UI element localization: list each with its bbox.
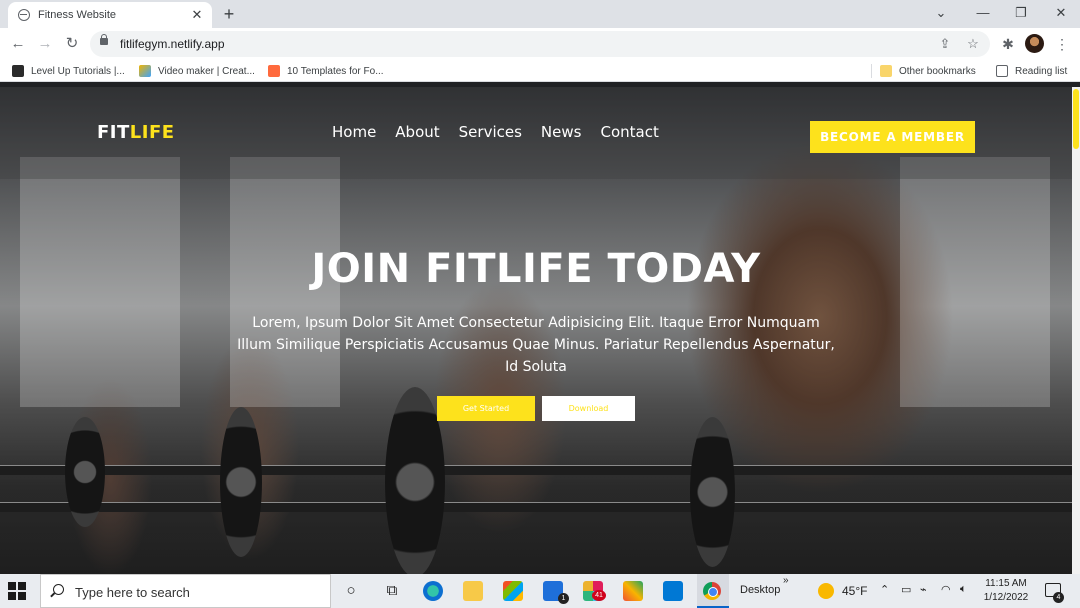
other-bookmarks-label: Other bookmarks (899, 65, 976, 77)
clock-time: 11:15 AM (985, 578, 1027, 589)
reload-button[interactable]: ↻ (60, 32, 84, 56)
reading-list-icon (996, 65, 1008, 77)
windows-start-icon[interactable] (8, 582, 26, 600)
video-maker-icon (139, 65, 151, 77)
slack-badge: 41 (592, 590, 606, 601)
weather-sun-icon[interactable] (818, 583, 834, 599)
nav-contact[interactable]: Contact (600, 123, 658, 141)
notification-count: 4 (1053, 592, 1064, 603)
reading-list[interactable]: Reading list (996, 64, 1067, 78)
volume-icon[interactable]: 🔈︎ (960, 583, 967, 596)
power-icon[interactable]: ⌁ (920, 583, 927, 596)
bookmark-label: Video maker | Creat... (158, 65, 255, 77)
edge-icon[interactable] (423, 581, 443, 601)
forward-button[interactable]: → (33, 32, 57, 56)
nav-news[interactable]: News (541, 123, 582, 141)
hero-title: JOIN FITLIFE TODAY (311, 246, 761, 292)
hero-description: Lorem, Ipsum Dolor Sit Amet Consectetur … (237, 315, 835, 375)
bookmark-item[interactable]: 10 Templates for Fo... (268, 64, 384, 78)
address-bar[interactable]: fitlifegym.netlify.app ⇪ ☆ (90, 31, 990, 57)
become-member-button[interactable]: BECOME A MEMBER (810, 121, 975, 153)
git-icon[interactable] (623, 581, 643, 601)
browser-tab[interactable]: Fitness Website ✕ (8, 2, 212, 28)
bookmark-label: Level Up Tutorials |... (31, 65, 125, 77)
weight-plate-decor (385, 387, 445, 574)
bookmark-item[interactable]: Video maker | Creat... (139, 64, 255, 78)
task-view-icon[interactable]: ⧉ (381, 580, 403, 602)
more-icon[interactable]: » (783, 575, 789, 586)
share-icon[interactable]: ⇪ (936, 35, 954, 53)
browser-toolbar: ← → ↻ fitlifegym.netlify.app ⇪ ☆ ✱ ⋮ (0, 28, 1080, 60)
extensions-puzzle-icon[interactable]: ✱ (996, 32, 1020, 56)
temperature[interactable]: 45°F (842, 584, 867, 598)
file-explorer-icon[interactable] (463, 581, 483, 601)
system-clock[interactable]: 11:15 AM 1/12/2022 (982, 577, 1030, 605)
page-scrollbar-thumb[interactable] (1073, 89, 1079, 149)
bookmark-label: 10 Templates for Fo... (287, 65, 384, 77)
tablet-icon[interactable]: ▭ (901, 583, 911, 596)
minimize-button[interactable]: — (964, 0, 1002, 28)
levelup-icon (12, 65, 24, 77)
weight-plate-decor (220, 407, 262, 557)
tab-title: Fitness Website (38, 9, 117, 21)
restore-button[interactable]: ❐ (1002, 0, 1040, 28)
barbell-decor (0, 465, 1072, 475)
weight-plate-decor (690, 417, 735, 567)
tab-strip: Fitness Website ✕ + ⌄ — ❐ ✕ (0, 0, 1080, 28)
mail-badge: 1 (558, 593, 569, 604)
hero-section: FITLIFE Home About Services News Contact… (0, 87, 1072, 574)
lock-icon[interactable] (100, 34, 108, 45)
bookmarks-bar: Level Up Tutorials |... Video maker | Cr… (0, 60, 1080, 82)
globe-icon (18, 9, 30, 21)
bookmark-item[interactable]: Level Up Tutorials |... (12, 64, 125, 78)
hubspot-icon (268, 65, 280, 77)
close-window-button[interactable]: ✕ (1042, 0, 1080, 28)
chrome-icon[interactable] (703, 582, 721, 600)
reading-list-label: Reading list (1015, 65, 1068, 77)
cortana-icon[interactable]: ○ (340, 580, 362, 602)
search-icon (53, 584, 64, 595)
windows-taskbar: Type here to search ○ ⧉ 1 41 Desktop » 4… (0, 574, 1080, 608)
vscode-icon[interactable] (663, 581, 683, 601)
other-bookmarks[interactable]: Other bookmarks (880, 64, 976, 78)
bookmark-separator (871, 64, 872, 78)
desktop-toolbar-label[interactable]: Desktop (740, 584, 780, 596)
clock-date: 1/12/2022 (983, 592, 1029, 603)
weight-plate-decor (65, 417, 105, 527)
logo-life: LIFE (129, 122, 175, 143)
url-text[interactable]: fitlifegym.netlify.app (120, 37, 225, 51)
nav-home[interactable]: Home (332, 123, 376, 141)
wifi-icon[interactable]: ◠ (941, 583, 951, 596)
logo-fit: FIT (97, 122, 130, 143)
barbell-decor (0, 502, 1072, 512)
folder-icon (880, 65, 892, 77)
site-logo[interactable]: FITLIFE (97, 122, 175, 143)
kebab-menu-icon[interactable]: ⋮ (1050, 32, 1074, 56)
store-icon[interactable] (503, 581, 523, 601)
download-button[interactable]: Download (542, 396, 635, 421)
profile-avatar[interactable] (1025, 34, 1044, 53)
nav-about[interactable]: About (395, 123, 439, 141)
site-header: FITLIFE Home About Services News Contact… (0, 87, 1072, 179)
get-started-button[interactable]: Get Started (437, 396, 535, 421)
bookmark-star-icon[interactable]: ☆ (964, 35, 982, 53)
taskbar-search[interactable]: Type here to search (40, 574, 331, 608)
new-tab-button[interactable]: + (218, 3, 240, 25)
main-nav: Home About Services News Contact (332, 123, 678, 141)
tab-search-chevron-icon[interactable]: ⌄ (922, 0, 960, 28)
tray-chevron-icon[interactable]: ⌃ (880, 583, 889, 596)
back-button[interactable]: ← (6, 32, 30, 56)
search-placeholder: Type here to search (75, 585, 190, 600)
page-scrollbar[interactable] (1072, 87, 1080, 574)
nav-services[interactable]: Services (459, 123, 522, 141)
tab-close-icon[interactable]: ✕ (190, 7, 204, 23)
